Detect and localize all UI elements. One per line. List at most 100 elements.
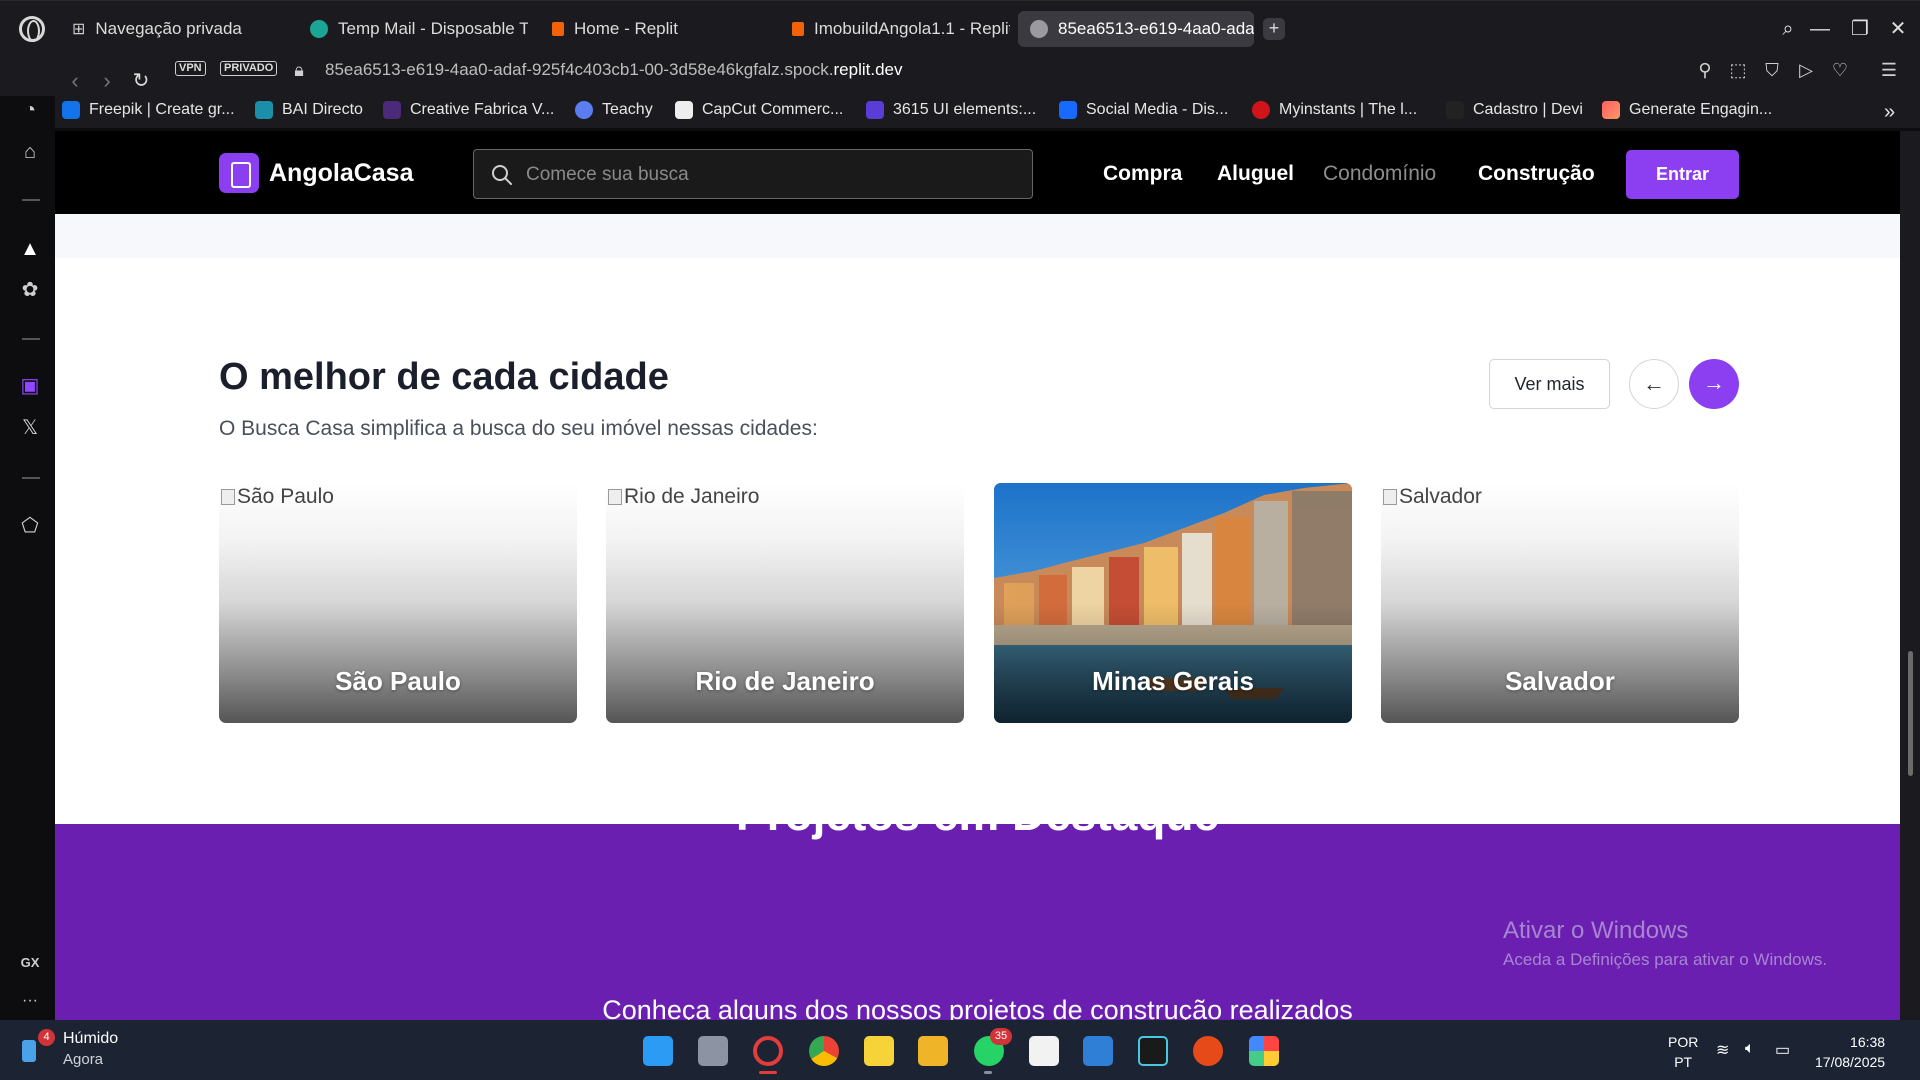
bookmark-item[interactable]: BAI Directo — [255, 101, 363, 119]
city-name: Salvador — [1505, 666, 1615, 696]
sidebar-divider — [22, 477, 40, 479]
nav-aluguel[interactable]: Aluguel — [1217, 162, 1294, 186]
chrome-icon[interactable] — [809, 1036, 839, 1066]
notion-icon[interactable] — [1029, 1036, 1059, 1066]
file-explorer-icon[interactable] — [918, 1036, 948, 1066]
city-card-sao-paulo[interactable]: São Paulo São Paulo — [219, 483, 577, 723]
bookmark-item[interactable]: Generate Engagin... — [1602, 101, 1772, 119]
building-logo-icon[interactable] — [219, 153, 259, 193]
vpn-badge[interactable]: VPN — [175, 61, 206, 76]
login-button[interactable]: Entrar — [1626, 150, 1739, 199]
history-icon[interactable]: ◔ — [18, 98, 42, 122]
weather-label[interactable]: Húmido — [63, 1030, 118, 1048]
city-card-salvador[interactable]: Salvador Salvador — [1381, 483, 1739, 723]
search-input[interactable]: Comece sua busca — [473, 149, 1033, 199]
new-tab-button[interactable]: + — [1263, 18, 1285, 40]
minimize-button[interactable]: — — [1806, 15, 1834, 43]
replit-icon — [552, 22, 564, 36]
bookmark-item[interactable]: Creative Fabrica V... — [383, 101, 554, 119]
nav-condominio[interactable]: Condomínio — [1323, 162, 1436, 186]
tab-current-page[interactable]: 85ea6513-e619-4aa0-ada — [1018, 11, 1254, 47]
x-twitter-icon[interactable]: 𝕏 — [18, 416, 42, 440]
sidebar-more-icon[interactable]: ··· — [18, 989, 42, 1013]
heart-icon[interactable]: ♡ — [1829, 59, 1851, 81]
lock-icon[interactable]: 🔒︎ — [288, 59, 310, 81]
sticky-notes-icon[interactable] — [864, 1036, 894, 1066]
player-icon[interactable]: ▷ — [1795, 59, 1817, 81]
broken-image-icon — [221, 489, 235, 505]
pentagon-app-icon[interactable] — [1249, 1036, 1279, 1066]
twitch-icon[interactable]: ▣ — [18, 374, 42, 398]
bookmark-item[interactable]: Freepik | Create gr... — [62, 101, 235, 119]
task-view-icon[interactable] — [698, 1036, 728, 1066]
carousel-prev-button[interactable]: ← — [1629, 359, 1679, 409]
bookmark-item[interactable]: Cadastro | Devi — [1446, 101, 1583, 119]
opera-gx-icon[interactable] — [753, 1036, 783, 1066]
pin-icon[interactable]: ⚲ — [1694, 59, 1716, 81]
carousel-next-button[interactable]: → — [1689, 359, 1739, 409]
restore-button[interactable]: ❐ — [1846, 15, 1874, 43]
bookmark-label: Social Media - Dis... — [1086, 101, 1229, 118]
bookmarks-more-icon[interactable]: » — [1884, 101, 1895, 124]
tab-temp-mail[interactable]: Temp Mail - Disposable T — [298, 11, 528, 47]
windows-activation-text: Aceda a Definições para ativar o Windows… — [1503, 950, 1828, 969]
page-scrollbar[interactable] — [1900, 131, 1920, 1020]
back-icon[interactable]: ‹ — [62, 68, 88, 94]
aria-ai-icon[interactable]: ▲ — [18, 237, 42, 261]
forward-icon[interactable]: › — [94, 68, 120, 94]
game-icon[interactable] — [1138, 1036, 1168, 1066]
weather-icon[interactable] — [22, 1040, 36, 1062]
url-field[interactable]: 85ea6513-e619-4aa0-adaf-925f4c403cb1-00-… — [325, 60, 902, 80]
nav-construcao[interactable]: Construção — [1478, 162, 1595, 186]
opera-logo-icon[interactable] — [19, 16, 45, 42]
battery-icon[interactable]: ▭ — [1775, 1040, 1790, 1060]
bookmark-item[interactable]: Myinstants | The l... — [1252, 101, 1417, 119]
shield-icon[interactable]: ⛉ — [1761, 59, 1783, 81]
city-card-minas-gerais[interactable]: Minas Gerais — [994, 483, 1352, 723]
ui-elements-icon — [866, 101, 884, 119]
scrollbar-thumb[interactable] — [1908, 651, 1913, 776]
active-app-indicator — [759, 1071, 777, 1074]
volume-icon[interactable]: 🔈︎ — [1745, 1040, 1755, 1058]
view-more-button[interactable]: Ver mais — [1489, 359, 1610, 409]
clock-time: 16:38 — [1850, 1034, 1886, 1050]
bookmark-item[interactable]: CapCut Commerc... — [675, 101, 843, 119]
extensions-icon[interactable]: ⬠ — [18, 514, 42, 538]
bookmark-item[interactable]: 3615 UI elements:... — [866, 101, 1036, 119]
wifi-icon[interactable]: ≋ — [1716, 1040, 1729, 1060]
brand-name[interactable]: AngolaCasa — [269, 159, 413, 188]
tab-label: Navegação privada — [95, 19, 242, 38]
nav-compra[interactable]: Compra — [1103, 162, 1182, 186]
menu-icon[interactable]: ☰ — [1878, 59, 1900, 81]
windows-taskbar — [0, 1020, 1920, 1080]
url-prefix: 85ea6513-e619-4aa0-adaf-925f4c403cb1-00-… — [325, 60, 834, 79]
behance-icon — [1059, 101, 1077, 119]
tab-imobuild-replit[interactable]: ImobuildAngola1.1 - Replit — [780, 11, 1010, 47]
temp-mail-icon — [310, 20, 328, 38]
search-tabs-icon[interactable]: ⌕ — [1774, 15, 1802, 43]
close-window-button[interactable]: ✕ — [1884, 15, 1912, 43]
section-divider-strip — [55, 214, 1900, 258]
system-clock[interactable]: 16:38 17/08/2025 — [1815, 1032, 1885, 1072]
bookmark-item[interactable]: Teachy — [575, 101, 653, 119]
chatgpt-icon[interactable]: ✿ — [18, 278, 42, 302]
tab-home-replit[interactable]: Home - Replit — [540, 11, 770, 47]
bookmark-item[interactable]: Social Media - Dis... — [1059, 101, 1228, 119]
ea-icon[interactable] — [1193, 1036, 1223, 1066]
photos-icon[interactable] — [1083, 1036, 1113, 1066]
language-indicator[interactable]: POR PT — [1668, 1032, 1698, 1072]
reload-icon[interactable]: ↻ — [128, 68, 154, 94]
city-card-rio-de-janeiro[interactable]: Rio de Janeiro Rio de Janeiro — [606, 483, 964, 723]
broken-image: Salvador — [1383, 485, 1482, 509]
snapshot-icon[interactable]: ⬚ — [1727, 59, 1749, 81]
grid-icon: ⊞ — [72, 21, 86, 38]
gx-label[interactable]: GX — [18, 951, 42, 975]
arrow-right-icon: → — [1703, 370, 1725, 395]
aria-icon[interactable]: ⌂ — [18, 140, 42, 164]
tab-private-navigation[interactable]: ⊞ Navegação privada — [60, 11, 290, 47]
bookmark-label: Teachy — [602, 101, 653, 118]
bookmark-label: 3615 UI elements:... — [893, 101, 1037, 118]
start-icon[interactable] — [643, 1036, 673, 1066]
broken-image-icon — [608, 489, 622, 505]
teachy-icon — [575, 101, 593, 119]
